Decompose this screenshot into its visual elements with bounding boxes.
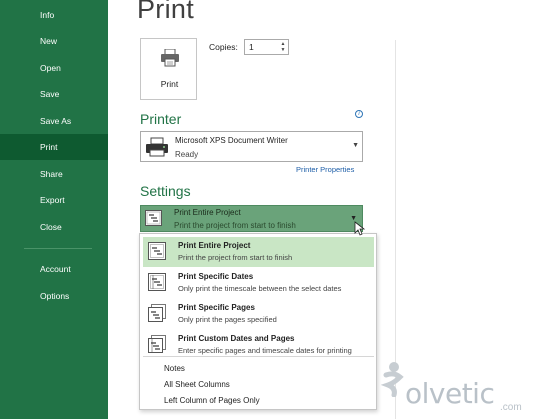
gantt-pages-icon <box>148 304 166 322</box>
printer-status: Ready <box>175 150 199 159</box>
option-title: Print Specific Pages <box>178 303 255 312</box>
gantt-sheet-icon <box>145 210 162 226</box>
option-subtitle: Enter specific pages and timescale dates… <box>178 346 352 355</box>
watermark-suffix: .com <box>500 402 522 413</box>
info-icon[interactable]: i <box>355 110 363 118</box>
sidebar-item-new[interactable]: New <box>0 28 108 54</box>
sidebar-item-save[interactable]: Save <box>0 81 108 107</box>
mouse-cursor-icon <box>354 221 366 236</box>
sidebar-item-open[interactable]: Open <box>0 55 108 81</box>
copies-spinner[interactable]: 1 ▲ ▼ <box>244 39 289 55</box>
printer-name: Microsoft XPS Document Writer <box>175 136 288 145</box>
sidebar-item-account[interactable]: Account <box>0 256 108 282</box>
gantt-custom-icon <box>148 335 166 353</box>
option-all-sheet-columns[interactable]: All Sheet Columns <box>164 380 230 389</box>
sidebar-item-info[interactable]: Info <box>0 2 108 28</box>
sidebar-item-export[interactable]: Export <box>0 187 108 213</box>
print-scope-subtitle: Print the project from start to finish <box>174 221 296 230</box>
sidebar-item-close[interactable]: Close <box>0 214 108 240</box>
watermark-figure-icon <box>381 362 404 397</box>
watermark-text: olvetic <box>405 377 495 410</box>
printer-section-title: Printer <box>140 111 182 127</box>
chevron-down-icon: ▼ <box>352 142 359 149</box>
option-notes[interactable]: Notes <box>164 364 185 373</box>
print-button-label: Print <box>160 79 179 89</box>
print-scope-select[interactable]: Print Entire Project Print the project f… <box>140 205 363 232</box>
copies-label: Copies: <box>209 42 238 52</box>
sidebar-item-print[interactable]: Print <box>0 134 108 160</box>
backstage-sidebar: Info New Open Save Save As Print Share E… <box>0 0 108 419</box>
option-title: Print Entire Project <box>178 241 251 250</box>
print-scope-title: Print Entire Project <box>174 208 241 217</box>
sidebar-item-share[interactable]: Share <box>0 161 108 187</box>
printer-icon <box>161 49 179 67</box>
option-print-entire-project[interactable]: Print Entire Project Print the project f… <box>143 237 374 267</box>
copies-value: 1 <box>249 42 254 52</box>
option-print-specific-dates[interactable]: Print Specific Dates Only print the time… <box>143 268 374 298</box>
print-button[interactable]: Print <box>140 38 197 100</box>
sidebar-item-options[interactable]: Options <box>0 283 108 309</box>
spin-down-icon[interactable]: ▼ <box>279 47 287 53</box>
gantt-sheet-icon <box>148 242 166 260</box>
printer-select[interactable]: Microsoft XPS Document Writer Ready ▼ <box>140 131 363 162</box>
option-title: Print Specific Dates <box>178 272 254 281</box>
option-subtitle: Print the project from start to finish <box>178 253 293 262</box>
option-title: Print Custom Dates and Pages <box>178 334 295 343</box>
sidebar-divider <box>24 248 92 249</box>
printer-device-icon <box>146 137 168 157</box>
page-title: Print <box>137 0 195 24</box>
option-print-specific-pages[interactable]: Print Specific Pages Only print the page… <box>143 299 374 329</box>
sidebar-item-save-as[interactable]: Save As <box>0 108 108 134</box>
print-scope-dropdown: Print Entire Project Print the project f… <box>139 233 377 410</box>
settings-section-title: Settings <box>140 183 191 199</box>
watermark-logo: olvetic .com <box>378 355 534 419</box>
dropdown-divider <box>143 356 374 357</box>
printer-properties-link[interactable]: Printer Properties <box>296 165 354 174</box>
option-subtitle: Only print the pages specified <box>178 315 277 324</box>
gantt-dates-icon <box>148 273 166 291</box>
option-subtitle: Only print the timescale between the sel… <box>178 284 342 293</box>
option-left-column-pages-only[interactable]: Left Column of Pages Only <box>164 396 260 405</box>
